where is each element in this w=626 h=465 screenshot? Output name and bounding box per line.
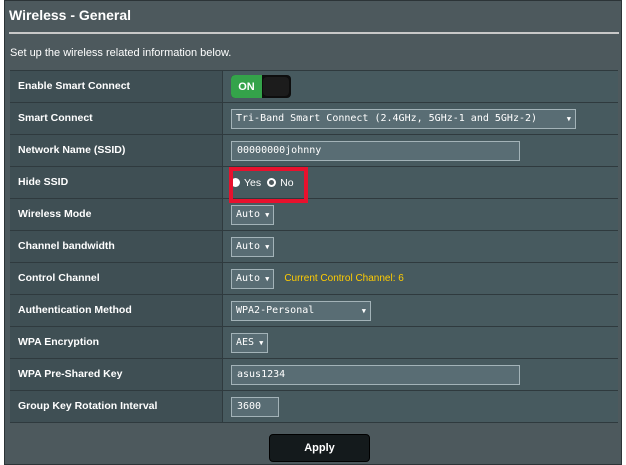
hide-ssid-no-label: No: [280, 176, 294, 189]
page-subtitle: Set up the wireless related information …: [10, 47, 232, 59]
wireless-general-panel: Wireless - General Set up the wireless r…: [4, 0, 622, 465]
channel-bandwidth-value: Auto: [236, 241, 261, 252]
row-enable-smart-connect: Enable Smart Connect ON: [10, 71, 618, 103]
channel-bandwidth-select[interactable]: Auto ▼: [231, 236, 275, 257]
wireless-mode-value: Auto: [236, 209, 261, 220]
toggle-state-text: ON: [231, 75, 262, 98]
radio-checked-icon: [267, 178, 277, 187]
ssid-input[interactable]: 00000000johnny: [231, 140, 520, 161]
smart-connect-label: Smart Connect: [10, 103, 223, 134]
row-smart-connect: Smart Connect Tri-Band Smart Connect (2.…: [10, 103, 618, 135]
smart-connect-select[interactable]: Tri-Band Smart Connect (2.4GHz, 5GHz-1 a…: [231, 108, 576, 129]
page-title: Wireless - General: [9, 7, 132, 23]
group-key-rotation-input[interactable]: 3600: [231, 396, 279, 417]
apply-button[interactable]: Apply: [269, 434, 370, 462]
wpa-encryption-value: AES: [236, 337, 255, 348]
caret-down-icon: ▼: [361, 306, 366, 315]
row-wpa-encryption: WPA Encryption AES ▼: [10, 327, 618, 359]
wireless-mode-select[interactable]: Auto ▼: [231, 204, 275, 225]
row-authentication-method: Authentication Method WPA2-Personal ▼: [10, 295, 618, 327]
wpa-encryption-label: WPA Encryption: [10, 327, 223, 358]
title-divider: [9, 32, 619, 34]
current-control-channel-text: Current Control Channel: 6: [284, 273, 404, 284]
ssid-label: Network Name (SSID): [10, 135, 223, 166]
hide-ssid-yes-label: Yes: [244, 176, 262, 189]
control-channel-value: Auto: [236, 273, 261, 284]
radio-unchecked-icon: [231, 178, 240, 187]
caret-down-icon: ▼: [265, 274, 270, 283]
authentication-method-select[interactable]: WPA2-Personal ▼: [231, 300, 371, 321]
wpa-pre-shared-key-input[interactable]: asus1234: [231, 364, 520, 385]
caret-down-icon: ▼: [265, 210, 270, 219]
row-wpa-pre-shared-key: WPA Pre-Shared Key asus1234: [10, 359, 618, 391]
wireless-mode-label: Wireless Mode: [10, 199, 223, 230]
row-wireless-mode: Wireless Mode Auto ▼: [10, 199, 618, 231]
authentication-method-value: WPA2-Personal: [236, 305, 315, 316]
row-channel-bandwidth: Channel bandwidth Auto ▼: [10, 231, 618, 263]
smart-connect-value: Tri-Band Smart Connect (2.4GHz, 5GHz-1 a…: [236, 113, 538, 124]
row-ssid: Network Name (SSID) 00000000johnny: [10, 135, 618, 167]
row-hide-ssid: Hide SSID Yes No: [10, 167, 618, 199]
authentication-method-label: Authentication Method: [10, 295, 223, 326]
row-group-key-rotation: Group Key Rotation Interval 3600: [10, 391, 618, 423]
settings-table: Enable Smart Connect ON Smart Connect Tr…: [10, 70, 618, 423]
hide-ssid-no-radio[interactable]: No: [267, 176, 294, 189]
hide-ssid-yes-radio[interactable]: Yes: [231, 177, 261, 189]
channel-bandwidth-label: Channel bandwidth: [10, 231, 223, 262]
caret-down-icon: ▼: [259, 338, 264, 347]
wpa-encryption-select[interactable]: AES ▼: [231, 332, 269, 353]
row-control-channel: Control Channel Auto ▼ Current Control C…: [10, 263, 618, 295]
enable-smart-connect-label: Enable Smart Connect: [10, 71, 223, 102]
toggle-knob: [263, 77, 289, 96]
group-key-rotation-label: Group Key Rotation Interval: [10, 391, 223, 422]
control-channel-label: Control Channel: [10, 263, 223, 294]
hide-ssid-label: Hide SSID: [10, 167, 223, 198]
hide-ssid-radio-group: Yes No: [231, 177, 294, 189]
wpa-pre-shared-key-label: WPA Pre-Shared Key: [10, 359, 223, 390]
caret-down-icon: ▼: [265, 242, 270, 251]
caret-down-icon: ▼: [566, 114, 571, 123]
control-channel-select[interactable]: Auto ▼: [231, 268, 275, 289]
smart-connect-toggle[interactable]: ON: [231, 75, 291, 98]
